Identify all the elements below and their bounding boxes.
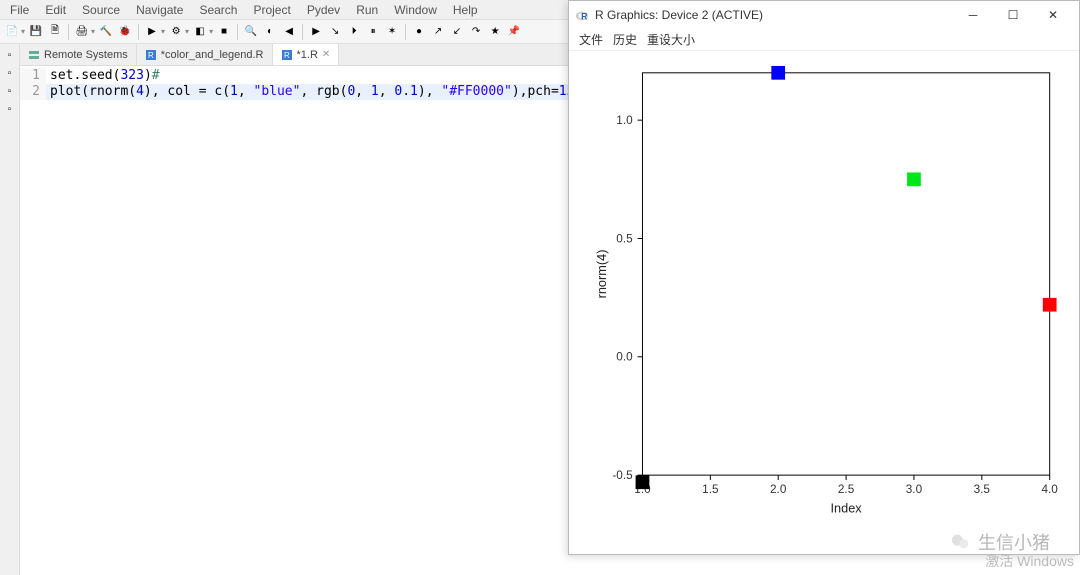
svg-text:R: R — [581, 11, 588, 21]
menu-project[interactable]: Project — [247, 1, 296, 19]
r-file-icon: R — [281, 49, 293, 61]
line-content: set.seed(323)# — [50, 68, 160, 84]
line-number: 2 — [20, 84, 46, 100]
svg-text:1.5: 1.5 — [702, 483, 719, 496]
menu-search[interactable]: Search — [193, 1, 243, 19]
svg-text:2.0: 2.0 — [770, 483, 787, 496]
resume-icon[interactable]: ⏵ — [346, 24, 362, 40]
console-view-icon[interactable]: ▫ — [3, 84, 17, 98]
toggle-icon[interactable]: ◐ — [262, 24, 278, 40]
tab-color_and_legendr[interactable]: R *color_and_legend.R — [137, 44, 273, 65]
tab-label: Remote Systems — [44, 49, 128, 61]
minimize-button[interactable]: ─ — [953, 3, 993, 27]
build-icon[interactable]: 🔨 — [98, 24, 114, 40]
r-window-title: R Graphics: Device 2 (ACTIVE) — [595, 8, 763, 22]
plot-area: 1.01.52.02.53.03.54.0-0.50.00.51.0Indexr… — [569, 51, 1079, 554]
menu-help[interactable]: Help — [447, 1, 484, 19]
menu-edit[interactable]: Edit — [39, 1, 72, 19]
r-menu-item[interactable]: 重设大小 — [647, 31, 695, 48]
svg-text:R: R — [284, 51, 290, 60]
bp-icon[interactable]: ● — [411, 24, 427, 40]
r-menu-item[interactable]: 文件 — [579, 31, 603, 48]
search-icon[interactable]: 🔍 — [243, 24, 259, 40]
menu-file[interactable]: File — [4, 1, 35, 19]
svg-text:0.5: 0.5 — [616, 232, 633, 245]
r-titlebar: R R Graphics: Device 2 (ACTIVE) ─ ☐ ✕ — [569, 1, 1079, 29]
problems-view-icon[interactable]: ▫ — [3, 66, 17, 80]
svg-text:R: R — [148, 51, 154, 60]
tab-label: *color_and_legend.R — [161, 49, 264, 61]
data-point — [771, 66, 785, 80]
nav-fwd-icon[interactable]: ▶ — [308, 24, 324, 40]
tab-remote systems[interactable]: Remote Systems — [20, 44, 137, 65]
svg-text:3.5: 3.5 — [974, 483, 991, 496]
data-point — [1043, 298, 1057, 312]
svg-text:rnorm(4): rnorm(4) — [594, 250, 609, 299]
pin-icon[interactable]: 📌 — [506, 24, 522, 40]
svg-text:4.0: 4.0 — [1042, 483, 1059, 496]
activate-windows-watermark: 激活 Windows — [985, 551, 1074, 571]
maximize-button[interactable]: ☐ — [993, 3, 1033, 27]
debug-icon[interactable]: 🐞 — [117, 24, 133, 40]
data-point — [907, 172, 921, 186]
svg-text:3.0: 3.0 — [906, 483, 923, 496]
new-icon[interactable]: 📄 — [4, 24, 20, 40]
tasks-view-icon[interactable]: ▫ — [3, 102, 17, 116]
r-menu-item[interactable]: 历史 — [613, 31, 637, 48]
server-icon — [28, 49, 40, 61]
outline-view-icon[interactable]: ▫ — [3, 48, 17, 62]
menu-window[interactable]: Window — [388, 1, 443, 19]
tab-label: *1.R — [297, 49, 318, 61]
scatter-plot: 1.01.52.02.53.03.54.0-0.50.00.51.0Indexr… — [581, 63, 1067, 534]
data-point — [636, 475, 650, 489]
var-icon[interactable]: ✶ — [384, 24, 400, 40]
pause-icon[interactable]: ⏸ — [365, 24, 381, 40]
line-content: plot(rnorm(4), col = c(1, "blue", rgb(0,… — [50, 84, 629, 100]
left-gutter: ▫ ▫ ▫ ▫ — [0, 44, 20, 575]
mark-icon[interactable]: ★ — [487, 24, 503, 40]
svg-text:0.0: 0.0 — [616, 351, 633, 364]
nav-back-icon[interactable]: ◀ — [281, 24, 297, 40]
r-menu-bar: 文件历史重设大小 — [569, 29, 1079, 51]
menu-run[interactable]: Run — [350, 1, 384, 19]
r-app-icon: R — [575, 8, 589, 22]
menu-pydev[interactable]: Pydev — [301, 1, 346, 19]
line-number: 1 — [20, 68, 46, 84]
run-icon[interactable]: ▶ — [144, 24, 160, 40]
svg-text:2.5: 2.5 — [838, 483, 855, 496]
out-icon[interactable]: ↗ — [430, 24, 446, 40]
print-icon[interactable]: 🖨 — [74, 24, 90, 40]
save-all-icon[interactable]: 🗎 — [47, 24, 63, 40]
ext-icon[interactable]: ⚙ — [168, 24, 184, 40]
in-icon[interactable]: ↙ — [449, 24, 465, 40]
save-icon[interactable]: 💾 — [28, 24, 44, 40]
r-graphics-window: R R Graphics: Device 2 (ACTIVE) ─ ☐ ✕ 文件… — [568, 0, 1080, 555]
menu-source[interactable]: Source — [76, 1, 126, 19]
r-file-icon: R — [145, 49, 157, 61]
svg-text:Index: Index — [830, 500, 862, 515]
tab-close-icon[interactable]: ✕ — [322, 49, 330, 60]
over-icon[interactable]: ↷ — [468, 24, 484, 40]
svg-text:1.0: 1.0 — [616, 114, 633, 127]
menu-navigate[interactable]: Navigate — [130, 1, 189, 19]
tab-1r[interactable]: R *1.R ✕ — [273, 44, 340, 65]
step-icon[interactable]: ↘ — [327, 24, 343, 40]
svg-text:-0.5: -0.5 — [612, 469, 633, 482]
close-button[interactable]: ✕ — [1033, 3, 1073, 27]
stop-icon[interactable]: ■ — [216, 24, 232, 40]
coverage-icon[interactable]: ◧ — [192, 24, 208, 40]
